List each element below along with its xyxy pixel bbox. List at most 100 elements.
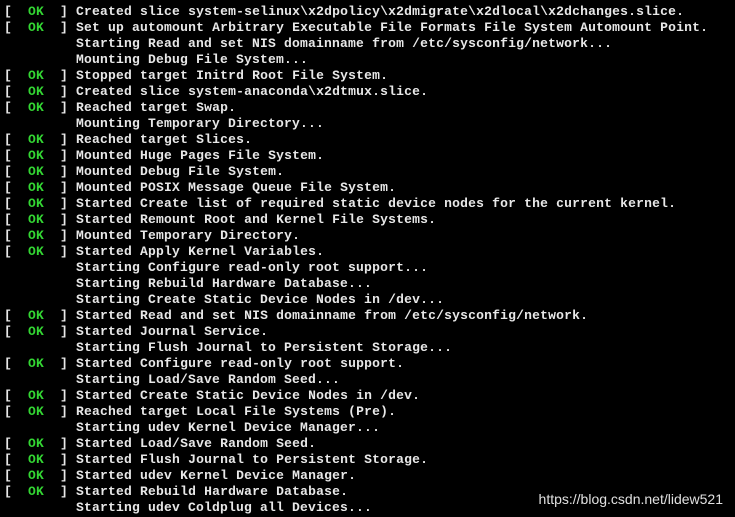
status-ok: OK xyxy=(28,20,44,35)
boot-log-line: Mounting Temporary Directory... xyxy=(4,116,735,132)
status-ok: OK xyxy=(28,132,44,147)
boot-message: Mounted Huge Pages File System. xyxy=(76,148,324,163)
bracket-close: ] xyxy=(44,164,76,179)
bracket-open: [ xyxy=(4,436,28,451)
boot-message: Reached target Slices. xyxy=(76,132,252,147)
bracket-close: ] xyxy=(44,244,76,259)
status-ok: OK xyxy=(28,484,44,499)
status-ok: OK xyxy=(28,388,44,403)
bracket-open: [ xyxy=(4,4,28,19)
bracket-open: [ xyxy=(4,100,28,115)
status-ok: OK xyxy=(28,228,44,243)
boot-message: Starting Read and set NIS domainname fro… xyxy=(76,36,612,51)
boot-message: Created slice system-anaconda\x2dtmux.sl… xyxy=(76,84,428,99)
bracket-close: ] xyxy=(44,484,76,499)
boot-log-line: [ OK ] Started Load/Save Random Seed. xyxy=(4,436,735,452)
indent xyxy=(4,260,76,275)
boot-log-line: [ OK ] Started Flush Journal to Persiste… xyxy=(4,452,735,468)
boot-log-line: [ OK ] Started Create list of required s… xyxy=(4,196,735,212)
bracket-close: ] xyxy=(44,324,76,339)
indent xyxy=(4,36,76,51)
boot-message: Reached target Local File Systems (Pre). xyxy=(76,404,396,419)
indent xyxy=(4,116,76,131)
status-ok: OK xyxy=(28,308,44,323)
boot-message: Started Create list of required static d… xyxy=(76,196,676,211)
indent xyxy=(4,500,76,515)
bracket-open: [ xyxy=(4,324,28,339)
boot-log-terminal: [ OK ] Created slice system-selinux\x2dp… xyxy=(4,4,735,516)
bracket-open: [ xyxy=(4,228,28,243)
boot-message: Started Configure read-only root support… xyxy=(76,356,404,371)
bracket-open: [ xyxy=(4,196,28,211)
status-ok: OK xyxy=(28,4,44,19)
bracket-close: ] xyxy=(44,68,76,83)
indent xyxy=(4,420,76,435)
status-ok: OK xyxy=(28,196,44,211)
bracket-close: ] xyxy=(44,84,76,99)
status-ok: OK xyxy=(28,324,44,339)
boot-message: Started Remount Root and Kernel File Sys… xyxy=(76,212,436,227)
bracket-close: ] xyxy=(44,356,76,371)
bracket-open: [ xyxy=(4,132,28,147)
boot-message: Mounting Debug File System... xyxy=(76,52,308,67)
boot-message: Mounted Temporary Directory. xyxy=(76,228,300,243)
status-ok: OK xyxy=(28,100,44,115)
watermark-text: https://blog.csdn.net/lidew521 xyxy=(539,491,723,507)
bracket-open: [ xyxy=(4,180,28,195)
bracket-open: [ xyxy=(4,468,28,483)
bracket-close: ] xyxy=(44,436,76,451)
boot-log-line: [ OK ] Started Create Static Device Node… xyxy=(4,388,735,404)
boot-message: Starting Load/Save Random Seed... xyxy=(76,372,340,387)
boot-log-line: Starting Flush Journal to Persistent Sto… xyxy=(4,340,735,356)
bracket-open: [ xyxy=(4,308,28,323)
boot-log-line: [ OK ] Reached target Local File Systems… xyxy=(4,404,735,420)
indent xyxy=(4,372,76,387)
boot-log-line: [ OK ] Started Configure read-only root … xyxy=(4,356,735,372)
bracket-close: ] xyxy=(44,404,76,419)
indent xyxy=(4,292,76,307)
boot-log-line: [ OK ] Mounted Debug File System. xyxy=(4,164,735,180)
boot-message: Starting udev Coldplug all Devices... xyxy=(76,500,372,515)
boot-message: Starting Flush Journal to Persistent Sto… xyxy=(76,340,452,355)
boot-log-line: [ OK ] Started Read and set NIS domainna… xyxy=(4,308,735,324)
boot-log-line: [ OK ] Mounted POSIX Message Queue File … xyxy=(4,180,735,196)
boot-message: Started Load/Save Random Seed. xyxy=(76,436,316,451)
boot-log-line: [ OK ] Created slice system-anaconda\x2d… xyxy=(4,84,735,100)
boot-log-line: Starting Configure read-only root suppor… xyxy=(4,260,735,276)
bracket-open: [ xyxy=(4,84,28,99)
bracket-close: ] xyxy=(44,388,76,403)
status-ok: OK xyxy=(28,164,44,179)
bracket-close: ] xyxy=(44,308,76,323)
bracket-open: [ xyxy=(4,148,28,163)
boot-log-line: Starting udev Kernel Device Manager... xyxy=(4,420,735,436)
boot-message: Started Apply Kernel Variables. xyxy=(76,244,324,259)
bracket-open: [ xyxy=(4,20,28,35)
boot-log-line: [ OK ] Set up automount Arbitrary Execut… xyxy=(4,20,735,36)
bracket-close: ] xyxy=(44,100,76,115)
boot-log-line: [ OK ] Stopped target Initrd Root File S… xyxy=(4,68,735,84)
bracket-open: [ xyxy=(4,212,28,227)
boot-message: Starting Configure read-only root suppor… xyxy=(76,260,428,275)
boot-message: Started Journal Service. xyxy=(76,324,268,339)
boot-message: Starting udev Kernel Device Manager... xyxy=(76,420,380,435)
boot-message: Started Create Static Device Nodes in /d… xyxy=(76,388,420,403)
boot-log-line: [ OK ] Started udev Kernel Device Manage… xyxy=(4,468,735,484)
boot-log-line: [ OK ] Reached target Slices. xyxy=(4,132,735,148)
status-ok: OK xyxy=(28,452,44,467)
bracket-close: ] xyxy=(44,228,76,243)
boot-log-line: Starting Rebuild Hardware Database... xyxy=(4,276,735,292)
boot-message: Started Read and set NIS domainname from… xyxy=(76,308,588,323)
bracket-close: ] xyxy=(44,148,76,163)
status-ok: OK xyxy=(28,180,44,195)
status-ok: OK xyxy=(28,356,44,371)
boot-message: Started udev Kernel Device Manager. xyxy=(76,468,356,483)
status-ok: OK xyxy=(28,404,44,419)
boot-message: Mounted Debug File System. xyxy=(76,164,284,179)
status-ok: OK xyxy=(28,244,44,259)
bracket-open: [ xyxy=(4,244,28,259)
status-ok: OK xyxy=(28,212,44,227)
boot-log-line: [ OK ] Created slice system-selinux\x2dp… xyxy=(4,4,735,20)
bracket-open: [ xyxy=(4,356,28,371)
bracket-close: ] xyxy=(44,468,76,483)
boot-log-line: Starting Load/Save Random Seed... xyxy=(4,372,735,388)
